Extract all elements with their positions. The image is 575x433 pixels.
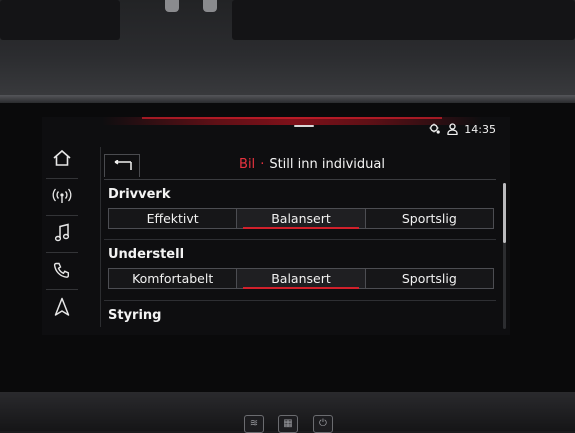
section-divider [104, 300, 496, 301]
option-balansert-understell[interactable]: Balansert [236, 269, 365, 289]
section-divider [104, 239, 496, 240]
header-divider [104, 179, 496, 180]
sidebar [46, 141, 78, 327]
back-button[interactable] [104, 154, 140, 177]
page-title-text: Still inn individual [269, 157, 385, 172]
option-komfortabelt[interactable]: Komfortabelt [109, 269, 237, 288]
sidebar-item-home[interactable] [46, 141, 78, 175]
home-icon [52, 149, 72, 167]
sidebar-divider [100, 147, 101, 327]
segmented-control-understell: Komfortabelt Balansert Sportslig [108, 268, 494, 289]
navigation-arrow-icon [54, 297, 70, 317]
infotainment-screen: 14:35 Bil · Still inn individual Drivver… [42, 117, 510, 335]
music-note-icon [53, 223, 71, 243]
section-label-understell: Understell [108, 247, 185, 262]
vent-knob-left[interactable] [165, 0, 179, 12]
sidebar-item-media[interactable] [46, 215, 78, 250]
status-bar: 14:35 [429, 122, 496, 136]
clock: 14:35 [464, 122, 496, 136]
segmented-control-drivverk: Effektivt Balansert Sportslig [108, 208, 494, 229]
breadcrumb-separator: · [260, 157, 265, 172]
seat-heating-icon[interactable]: ≋ [244, 415, 264, 433]
radio-signal-icon [51, 187, 73, 205]
section-label-drivverk: Drivverk [108, 187, 171, 202]
option-effektivt[interactable]: Effektivt [109, 209, 237, 228]
notification-pull-handle[interactable] [294, 125, 314, 127]
dashboard-trim-strip [0, 95, 575, 103]
section-label-styring[interactable]: Styring [108, 308, 161, 323]
option-sportslig-understell[interactable]: Sportslig [364, 269, 493, 288]
climate-grid-icon[interactable]: ▦ [278, 415, 298, 433]
sidebar-item-phone[interactable] [46, 252, 78, 287]
vent-knob-right[interactable] [203, 0, 217, 12]
air-vent-left [0, 0, 120, 40]
sidebar-item-navigation[interactable] [46, 289, 78, 324]
page-title: Bil · Still inn individual [162, 157, 462, 175]
scrollbar-thumb[interactable] [503, 183, 506, 243]
breadcrumb[interactable]: Bil [239, 157, 255, 172]
sidebar-item-radio[interactable] [46, 178, 78, 213]
option-balansert-drivverk[interactable]: Balansert [236, 209, 365, 229]
gear-person-icon[interactable] [429, 123, 441, 135]
top-red-line [142, 117, 442, 119]
air-vent-right [232, 0, 575, 40]
option-sportslig-drivverk[interactable]: Sportslig [364, 209, 493, 228]
phone-icon [53, 261, 71, 279]
back-arrow-icon [111, 157, 133, 176]
power-button-icon[interactable]: ⏻ [313, 415, 333, 433]
dashboard-vent-area [0, 0, 575, 100]
user-icon[interactable] [447, 123, 458, 135]
